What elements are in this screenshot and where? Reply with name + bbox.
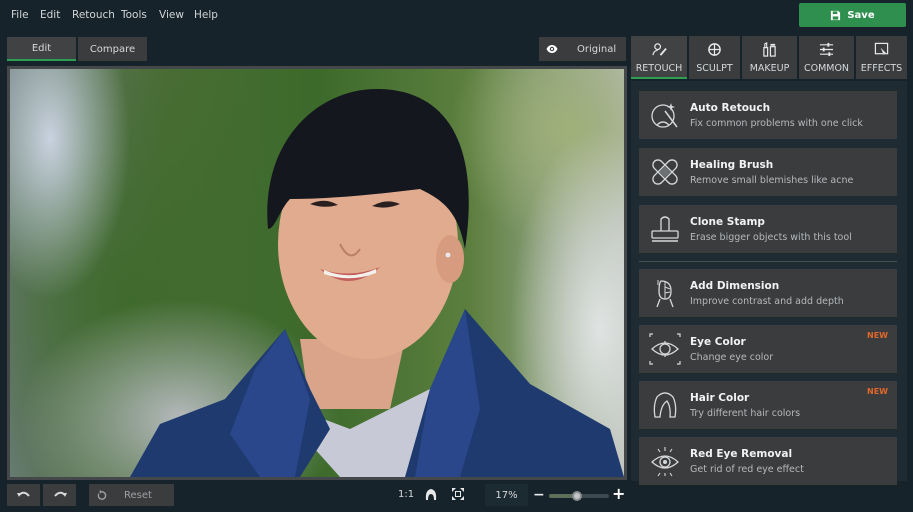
tool-description: Erase bigger objects with this tool [690,232,852,243]
reset-icon [97,489,107,500]
portrait-illustration [130,88,624,477]
tool-name: Eye Color [690,336,746,348]
tab-sculpt-label: SCULPT [696,63,733,74]
hair-icon [653,392,677,418]
zoom-in-button[interactable]: + [612,486,625,502]
original-button[interactable]: Original [539,37,626,61]
tool-description: Remove small blemishes like acne [690,175,854,186]
tool-healing-brush[interactable]: Healing Brush Remove small blemishes lik… [639,148,897,196]
save-label: Save [847,9,875,21]
panel-scrollbar[interactable] [907,36,913,506]
tab-retouch[interactable]: RETOUCH [631,36,687,79]
tool-description: Get rid of red eye effect [690,464,804,475]
tab-makeup-label: MAKEUP [749,63,790,74]
reset-button[interactable]: Reset [89,484,174,506]
divider [639,261,897,262]
tool-name: Red Eye Removal [690,448,793,460]
tool-add-dimension[interactable]: Add Dimension Improve contrast and add d… [639,269,897,317]
tool-auto-retouch[interactable]: Auto Retouch Fix common problems with on… [639,91,897,139]
retouch-icon [651,43,667,56]
tab-edit[interactable]: Edit [7,37,76,61]
menu-view[interactable]: View [159,9,184,21]
tool-name: Clone Stamp [690,216,765,228]
tool-description: Change eye color [690,352,774,363]
menu-file[interactable]: File [11,9,29,21]
zoom-out-button[interactable]: − [533,488,545,502]
eye-target-icon [649,333,681,365]
menubar: File Edit Retouch Tools View Help Save [0,0,913,30]
zoom-slider-thumb[interactable] [572,491,583,501]
menu-help[interactable]: Help [194,9,218,21]
face-zoom-icon[interactable] [425,488,437,500]
tool-hair-color[interactable]: Hair Color Try different hair colors NEW [639,381,897,429]
tool-name: Hair Color [690,392,750,404]
tab-common[interactable]: COMMON [799,36,854,79]
undo-icon [16,491,30,497]
tab-effects-label: EFFECTS [860,63,903,74]
red-eye-icon [651,447,679,477]
tool-red-eye-removal[interactable]: Red Eye Removal Get rid of red eye effec… [639,437,897,485]
actual-size-button[interactable]: 1:1 [398,489,414,500]
reset-label: Reset [124,489,152,501]
tab-common-label: COMMON [803,63,850,74]
effects-icon [874,42,889,57]
photo-canvas[interactable] [7,66,627,480]
eye-icon [546,45,558,53]
tab-makeup[interactable]: MAKEUP [742,36,797,79]
tool-clone-stamp[interactable]: Clone Stamp Erase bigger objects with th… [639,205,897,253]
tab-compare[interactable]: Compare [78,37,147,61]
stamp-icon [651,216,679,242]
menu-edit[interactable]: Edit [40,9,60,21]
bandage-icon [652,159,678,185]
tool-description: Fix common problems with one click [690,118,863,129]
menu-retouch[interactable]: Retouch [72,9,115,21]
redo-icon [53,491,67,497]
original-label: Original [577,43,617,55]
tool-name: Healing Brush [690,159,774,171]
tab-effects[interactable]: EFFECTS [856,36,907,79]
zoom-level[interactable]: 17% [485,484,528,506]
sliders-icon [819,42,834,57]
makeup-icon [763,42,776,57]
tool-description: Improve contrast and add depth [690,296,844,307]
tool-description: Try different hair colors [690,408,801,419]
sculpt-icon [708,43,721,56]
retouch-tools-panel: Auto Retouch Fix common problems with on… [631,81,907,485]
floppy-disk-icon [831,10,841,20]
fit-screen-icon[interactable] [452,488,464,500]
redo-button[interactable] [43,484,76,506]
new-badge: NEW [867,387,888,396]
tool-eye-color[interactable]: Eye Color Change eye color NEW [639,325,897,373]
zoom-slider[interactable] [549,491,609,501]
tab-retouch-label: RETOUCH [635,63,683,74]
auto-retouch-icon [651,103,678,128]
tool-category-tabs: RETOUCH SCULPT MAKEUP COMMON EFFECTS [631,36,907,79]
tool-name: Auto Retouch [690,102,771,114]
save-button[interactable]: Save [799,3,906,27]
new-badge: NEW [867,331,888,340]
dimension-icon [656,280,674,308]
undo-button[interactable] [7,484,40,506]
menu-tools[interactable]: Tools [121,9,147,21]
tool-name: Add Dimension [690,280,780,292]
portrait-photo [10,69,624,477]
tab-sculpt[interactable]: SCULPT [689,36,740,79]
